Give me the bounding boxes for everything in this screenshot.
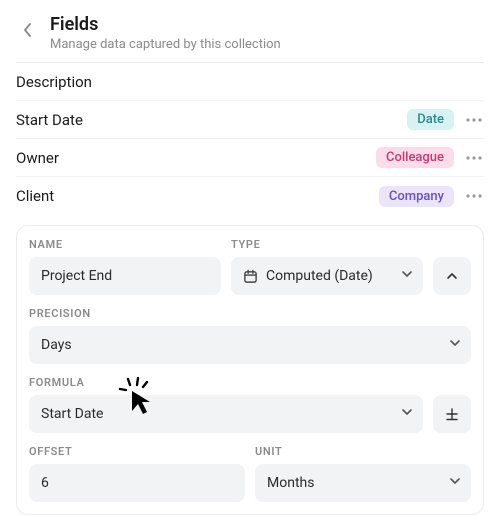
unit-select[interactable]: Months (255, 464, 471, 502)
calendar-icon (243, 269, 258, 284)
more-button[interactable] (464, 110, 484, 130)
field-row[interactable]: Description (16, 63, 484, 101)
type-value: Computed (Date) (266, 268, 373, 284)
field-editor: NAME Project End TYPE Computed (Date) (16, 225, 484, 515)
formula-select[interactable]: Start Date (29, 395, 423, 433)
precision-label: PRECISION (29, 307, 471, 320)
collapse-button[interactable] (433, 257, 471, 295)
type-badge: Date (407, 109, 454, 130)
offset-label: OFFSET (29, 445, 245, 458)
name-label: NAME (29, 238, 221, 251)
field-label: Description (16, 73, 92, 91)
chevron-left-icon (22, 22, 34, 38)
field-row[interactable]: Start Date Date (16, 101, 484, 139)
field-row[interactable]: Owner Colleague (16, 139, 484, 177)
offset-input[interactable]: 6 (29, 464, 245, 502)
type-badge: Company (379, 186, 454, 207)
type-label: TYPE (231, 238, 423, 251)
chevron-up-icon (446, 270, 458, 282)
offset-value: 6 (41, 475, 49, 491)
page-subtitle: Manage data captured by this collection (50, 37, 281, 52)
page-title: Fields (50, 14, 281, 35)
chevron-down-icon (401, 268, 413, 284)
chevron-down-icon (449, 337, 461, 353)
field-row[interactable]: Client Company (16, 177, 484, 215)
name-input[interactable]: Project End (29, 257, 221, 295)
field-label: Owner (16, 149, 59, 167)
more-button[interactable] (464, 148, 484, 168)
formula-value: Start Date (41, 406, 103, 422)
precision-select[interactable]: Days (29, 326, 471, 364)
chevron-down-icon (401, 406, 413, 422)
field-label: Client (16, 187, 54, 205)
precision-value: Days (41, 337, 72, 353)
name-value: Project End (41, 268, 112, 284)
dots-icon (466, 156, 482, 160)
type-select[interactable]: Computed (Date) (231, 257, 423, 295)
field-label: Start Date (16, 111, 83, 129)
unit-value: Months (267, 475, 314, 491)
dots-icon (466, 194, 482, 198)
plus-icon (445, 407, 459, 421)
header: Fields Manage data captured by this coll… (16, 12, 484, 63)
more-button[interactable] (464, 186, 484, 206)
type-badge: Colleague (376, 147, 454, 168)
chevron-down-icon (449, 475, 461, 491)
add-formula-button[interactable] (433, 395, 471, 433)
unit-label: UNIT (255, 445, 471, 458)
formula-label: FORMULA (29, 376, 471, 389)
dots-icon (466, 118, 482, 122)
back-button[interactable] (16, 18, 40, 42)
